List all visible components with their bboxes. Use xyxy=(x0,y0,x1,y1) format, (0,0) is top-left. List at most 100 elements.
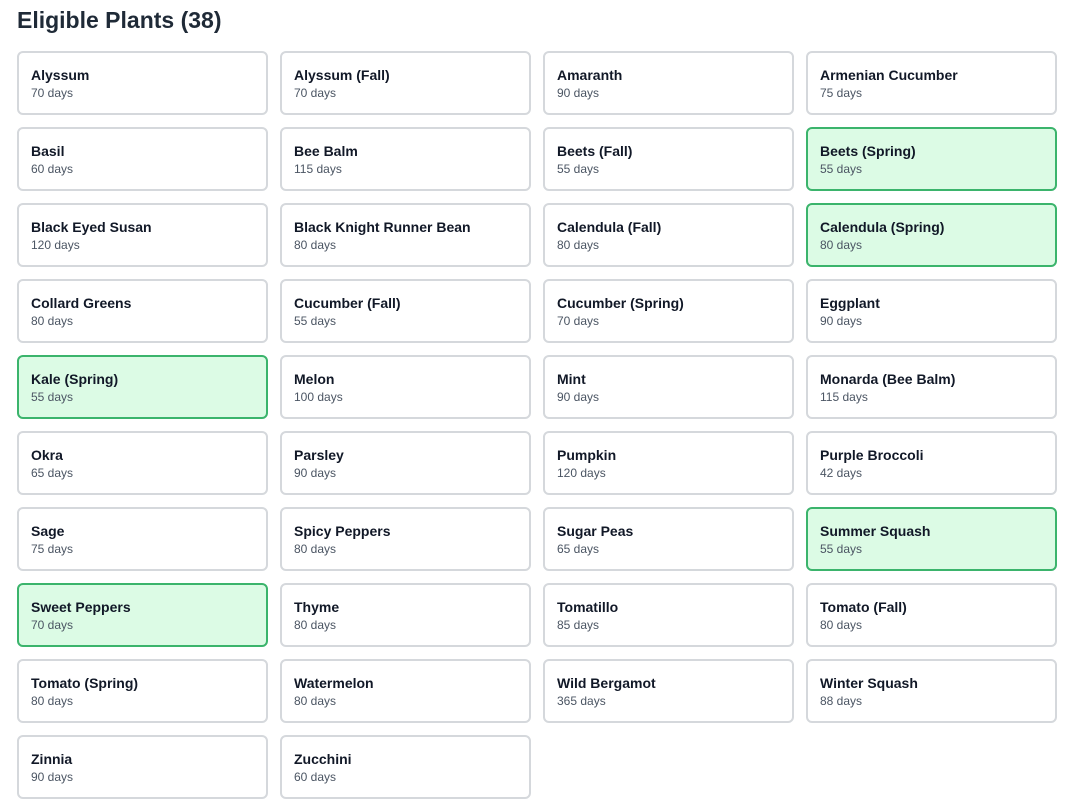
plant-card[interactable]: Alyssum (Fall) 70 days xyxy=(280,51,531,115)
plant-days: 65 days xyxy=(31,466,74,480)
plant-card[interactable]: Bee Balm 115 days xyxy=(280,127,531,191)
plant-name: Calendula (Fall) xyxy=(557,219,662,235)
plant-days: 115 days xyxy=(294,162,342,176)
plant-name: Purple Broccoli xyxy=(820,447,924,463)
plant-card[interactable]: Basil 60 days xyxy=(17,127,268,191)
plant-name: Sweet Peppers xyxy=(31,599,131,615)
plant-card[interactable]: Watermelon 80 days xyxy=(280,659,531,723)
plant-days: 55 days xyxy=(820,542,863,556)
plant-card[interactable]: Amaranth 90 days xyxy=(543,51,794,115)
plant-card[interactable]: Alyssum 70 days xyxy=(17,51,268,115)
plant-days: 55 days xyxy=(557,162,600,176)
plant-name: Sage xyxy=(31,523,65,539)
eligible-plants-page: Eligible Plants (38) Alyssum 70 days Alyss… xyxy=(0,0,1077,808)
plant-name: Watermelon xyxy=(294,675,374,691)
plant-card[interactable]: Monarda (Bee Balm) 115 days xyxy=(806,355,1057,419)
plant-card[interactable]: Purple Broccoli 42 days xyxy=(806,431,1057,495)
plant-days: 70 days xyxy=(557,314,600,328)
plant-card[interactable]: Calendula (Spring) 80 days xyxy=(806,203,1057,267)
plant-card[interactable]: Sugar Peas 65 days xyxy=(543,507,794,571)
plant-days: 80 days xyxy=(294,694,337,708)
plant-card[interactable]: Zucchini 60 days xyxy=(280,735,531,799)
plant-card[interactable]: Cucumber (Spring) 70 days xyxy=(543,279,794,343)
plant-days: 80 days xyxy=(557,238,600,252)
plant-card[interactable]: Mint 90 days xyxy=(543,355,794,419)
plant-card[interactable]: Eggplant 90 days xyxy=(806,279,1057,343)
plant-name: Monarda (Bee Balm) xyxy=(820,371,956,387)
plant-card[interactable]: Winter Squash 88 days xyxy=(806,659,1057,723)
plant-card[interactable]: Summer Squash 55 days xyxy=(806,507,1057,571)
plant-name: Collard Greens xyxy=(31,295,132,311)
plant-card[interactable]: Calendula (Fall) 80 days xyxy=(543,203,794,267)
plant-card[interactable]: Wild Bergamot 365 days xyxy=(543,659,794,723)
plant-name: Melon xyxy=(294,371,335,387)
plant-days: 90 days xyxy=(820,314,863,328)
plant-name: Beets (Spring) xyxy=(820,143,916,159)
plant-name: Pumpkin xyxy=(557,447,617,463)
plant-days: 120 days xyxy=(31,238,80,252)
plant-days: 70 days xyxy=(294,86,337,100)
plant-card[interactable]: Cucumber (Fall) 55 days xyxy=(280,279,531,343)
plant-days: 60 days xyxy=(294,770,337,784)
plant-days: 90 days xyxy=(294,466,337,480)
plant-grid: Alyssum 70 days Alyssum (Fall) 70 days Amara… xyxy=(17,51,1057,799)
plant-days: 90 days xyxy=(557,86,600,100)
plant-days: 90 days xyxy=(557,390,600,404)
plant-card[interactable]: Sage 75 days xyxy=(17,507,268,571)
page-title: Eligible Plants (38) xyxy=(17,7,222,33)
plant-card[interactable]: Beets (Spring) 55 days xyxy=(806,127,1057,191)
plant-name: Black Knight Runner Bean xyxy=(294,219,471,235)
plant-name: Sugar Peas xyxy=(557,523,634,539)
plant-name: Tomato (Fall) xyxy=(820,599,907,615)
plant-card[interactable]: Black Eyed Susan 120 days xyxy=(17,203,268,267)
plant-days: 85 days xyxy=(557,618,600,632)
plant-card[interactable]: Tomato (Fall) 80 days xyxy=(806,583,1057,647)
plant-name: Beets (Fall) xyxy=(557,143,633,159)
plant-name: Zinnia xyxy=(31,751,73,767)
plant-name: Spicy Peppers xyxy=(294,523,391,539)
plant-card[interactable]: Spicy Peppers 80 days xyxy=(280,507,531,571)
plant-name: Eggplant xyxy=(820,295,880,311)
plant-days: 80 days xyxy=(294,618,337,632)
plant-name: Basil xyxy=(31,143,65,159)
plant-days: 115 days xyxy=(820,390,868,404)
plant-name: Tomatillo xyxy=(557,599,619,615)
plant-card[interactable]: Armenian Cucumber 75 days xyxy=(806,51,1057,115)
plant-card[interactable]: Thyme 80 days xyxy=(280,583,531,647)
plant-name: Cucumber (Spring) xyxy=(557,295,684,311)
plant-days: 80 days xyxy=(294,238,337,252)
plant-name: Mint xyxy=(557,371,586,387)
plant-name: Amaranth xyxy=(557,67,623,83)
plant-card[interactable]: Pumpkin 120 days xyxy=(543,431,794,495)
plant-card[interactable]: Parsley 90 days xyxy=(280,431,531,495)
plant-card[interactable]: Beets (Fall) 55 days xyxy=(543,127,794,191)
plant-card[interactable]: Tomato (Spring) 80 days xyxy=(17,659,268,723)
plant-card[interactable]: Zinnia 90 days xyxy=(17,735,268,799)
plant-card[interactable]: Collard Greens 80 days xyxy=(17,279,268,343)
plant-days: 365 days xyxy=(557,694,606,708)
plant-card[interactable]: Okra 65 days xyxy=(17,431,268,495)
plant-name: Thyme xyxy=(294,599,340,615)
plant-name: Parsley xyxy=(294,447,344,463)
plant-card[interactable]: Sweet Peppers 70 days xyxy=(17,583,268,647)
plant-card[interactable]: Black Knight Runner Bean 80 days xyxy=(280,203,531,267)
plant-name: Bee Balm xyxy=(294,143,358,159)
plant-days: 55 days xyxy=(31,390,74,404)
plant-name: Black Eyed Susan xyxy=(31,219,152,235)
plant-days: 42 days xyxy=(820,466,863,480)
plant-name: Okra xyxy=(31,447,63,463)
plant-name: Summer Squash xyxy=(820,523,931,539)
plant-name: Cucumber (Fall) xyxy=(294,295,401,311)
plant-days: 80 days xyxy=(294,542,337,556)
plant-name: Kale (Spring) xyxy=(31,371,119,387)
plant-name: Armenian Cucumber xyxy=(820,67,958,83)
plant-name: Tomato (Spring) xyxy=(31,675,139,691)
plant-name: Calendula (Spring) xyxy=(820,219,945,235)
plant-days: 60 days xyxy=(31,162,74,176)
plant-days: 75 days xyxy=(820,86,863,100)
plant-card[interactable]: Tomatillo 85 days xyxy=(543,583,794,647)
plant-card[interactable]: Kale (Spring) 55 days xyxy=(17,355,268,419)
plant-card[interactable]: Melon 100 days xyxy=(280,355,531,419)
plant-days: 88 days xyxy=(820,694,863,708)
plant-days: 80 days xyxy=(820,618,863,632)
